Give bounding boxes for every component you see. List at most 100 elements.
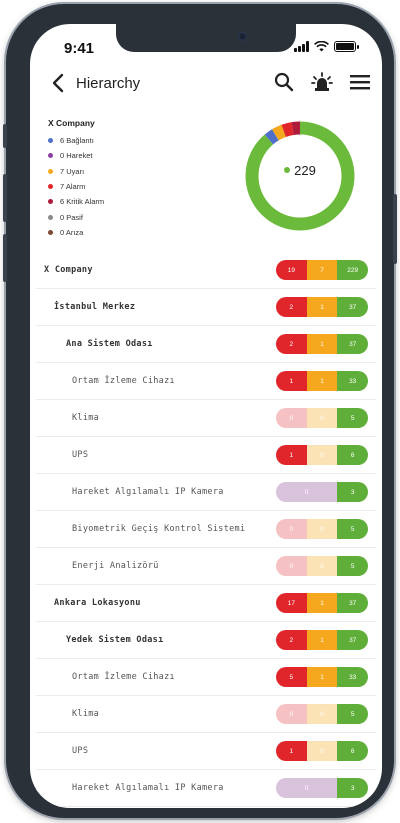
donut-total-value: 229 <box>294 163 316 178</box>
legend-item: 7 Uyarı <box>48 164 104 179</box>
alarm-count: 1 <box>276 741 307 761</box>
hamburger-menu-icon[interactable] <box>348 70 372 94</box>
search-icon[interactable] <box>272 70 296 94</box>
legend-dot-icon <box>48 229 53 235</box>
tree-row-label: Hareket Algılamalı IP Kamera <box>72 487 224 497</box>
warning-count: 1 <box>306 593 338 613</box>
status-count-pill[interactable]: 17 1 37 <box>276 593 368 613</box>
tree-row-label: X Company <box>44 265 93 275</box>
ok-count: 5 <box>337 556 368 576</box>
tree-row-label: Ortam İzleme Cihazı <box>72 672 175 682</box>
alarm-count: 0 <box>276 556 307 576</box>
page-title: Hierarchy <box>76 75 141 92</box>
notch <box>116 24 296 52</box>
status-count-pill[interactable]: 19 7 229 <box>276 260 368 280</box>
legend-dot-icon <box>48 153 53 159</box>
status-time: 9:41 <box>64 40 95 57</box>
legend-label: 6 Kritik Alarm <box>60 197 105 207</box>
alarm-count: 17 <box>276 593 307 613</box>
alarm-count: 5 <box>276 667 307 687</box>
alarm-count: 2 <box>276 297 307 317</box>
ok-count: 37 <box>337 334 368 354</box>
status-count-pill[interactable]: 106 <box>276 445 368 465</box>
ok-count: 6 <box>337 445 368 465</box>
tree-row[interactable]: Ortam İzleme Cihazı 5 1 33 <box>36 659 376 696</box>
status-count-pill[interactable]: 005 <box>276 519 368 539</box>
alarm-count: 1 <box>276 371 307 391</box>
tree-row[interactable]: İstanbul Merkez 2 1 37 <box>36 289 376 326</box>
status-count-pill[interactable]: 03 <box>276 778 368 798</box>
summary-panel: X Company 6 Bağlantı 0 Hareket 7 Uyarı 7 Al… <box>30 108 382 248</box>
warning-count: 1 <box>306 667 338 687</box>
ok-count: 5 <box>337 704 368 724</box>
alarm-count: 19 <box>276 260 307 280</box>
tree-row-label: Klima <box>72 413 100 423</box>
legend-label: 0 Arıza <box>60 227 84 237</box>
tree-row[interactable]: Ortam İzleme Cihazı 1 1 33 <box>36 363 376 400</box>
legend-dot-icon <box>48 184 53 190</box>
alarm-count: 0 <box>276 519 307 539</box>
tree-row[interactable]: UPS 1 0 6 <box>36 437 376 474</box>
donut-total: 229 <box>240 163 360 178</box>
alarm-count: 0 <box>276 408 307 428</box>
legend-label: 6 Bağlantı <box>60 136 94 146</box>
tree-row[interactable]: Enerji Analizörü 0 0 5 <box>36 548 376 585</box>
nav-bar: Hierarchy <box>30 64 382 104</box>
status-count-pill[interactable]: 106 <box>276 741 368 761</box>
tree-row-label: Ana Sistem Odası <box>66 339 153 349</box>
alarm-count: 0 <box>276 704 307 724</box>
alarm-count: 1 <box>276 445 307 465</box>
warning-count: 0 <box>306 408 338 428</box>
mute-switch <box>3 124 7 148</box>
tree-row[interactable]: Hareket Algılamalı IP Kamera 0 3 <box>36 770 376 807</box>
status-count-pill[interactable]: 005 <box>276 704 368 724</box>
motion-count: 0 <box>276 778 338 798</box>
ok-count: 37 <box>337 593 368 613</box>
front-camera <box>238 32 247 41</box>
legend-label: 7 Alarm <box>60 182 86 192</box>
warning-count: 1 <box>306 334 338 354</box>
tree-row[interactable]: Biyometrik Geçiş Kontrol Sistemi 0 0 5 <box>36 511 376 548</box>
tree-row[interactable]: Hareket Algılamalı IP Kamera 0 3 <box>36 474 376 511</box>
ok-count: 6 <box>337 741 368 761</box>
tree-row[interactable]: Klima 0 0 5 <box>36 696 376 733</box>
tree-row[interactable]: Ankara Lokasyonu 17 1 37 <box>36 585 376 622</box>
warning-count: 0 <box>306 519 338 539</box>
status-count-pill[interactable]: 005 <box>276 556 368 576</box>
legend-dot-icon <box>48 214 53 220</box>
warning-count: 1 <box>306 630 338 650</box>
legend-item: 7 Alarm <box>48 179 104 194</box>
wifi-icon <box>314 41 329 52</box>
volume-down-button <box>3 234 7 282</box>
status-count-pill[interactable]: 2 1 37 <box>276 630 368 650</box>
status-count-pill[interactable]: 005 <box>276 408 368 428</box>
ok-dot-icon <box>284 167 291 173</box>
volume-up-button <box>3 174 7 222</box>
warning-count: 0 <box>306 741 338 761</box>
tree-row[interactable]: Ana Sistem Odası 2 1 37 <box>36 326 376 363</box>
tree-row-label: UPS <box>72 746 89 756</box>
status-count-pill[interactable]: 2 1 37 <box>276 334 368 354</box>
legend-item: 0 Arıza <box>48 225 104 240</box>
legend-item: 0 Pasif <box>48 209 104 224</box>
status-count-pill[interactable]: 03 <box>276 482 368 502</box>
alarm-light-icon[interactable] <box>310 70 334 94</box>
tree-row-label: Ortam İzleme Cihazı <box>72 376 175 386</box>
tree-row[interactable]: Klima 0 0 5 <box>36 400 376 437</box>
chevron-left-icon[interactable] <box>48 72 70 94</box>
ok-count: 37 <box>337 630 368 650</box>
tree-row[interactable]: UPS 1 0 6 <box>36 733 376 770</box>
tree-row[interactable]: X Company 19 7 229 <box>36 252 376 289</box>
legend-dot-icon <box>48 168 53 174</box>
tree-row-label: Biyometrik Geçiş Kontrol Sistemi <box>72 524 246 534</box>
tree-row[interactable]: Yedek Sistem Odası 2 1 37 <box>36 622 376 659</box>
legend-item: 6 Kritik Alarm <box>48 194 104 209</box>
status-count-pill[interactable]: 1 1 33 <box>276 371 368 391</box>
status-count-pill[interactable]: 2 1 37 <box>276 297 368 317</box>
ok-count: 33 <box>337 667 368 687</box>
status-donut-chart: 229 <box>240 116 360 236</box>
motion-count: 0 <box>276 482 338 502</box>
tree-row-label: Hareket Algılamalı IP Kamera <box>72 783 224 793</box>
status-count-pill[interactable]: 5 1 33 <box>276 667 368 687</box>
warning-count: 7 <box>306 260 338 280</box>
